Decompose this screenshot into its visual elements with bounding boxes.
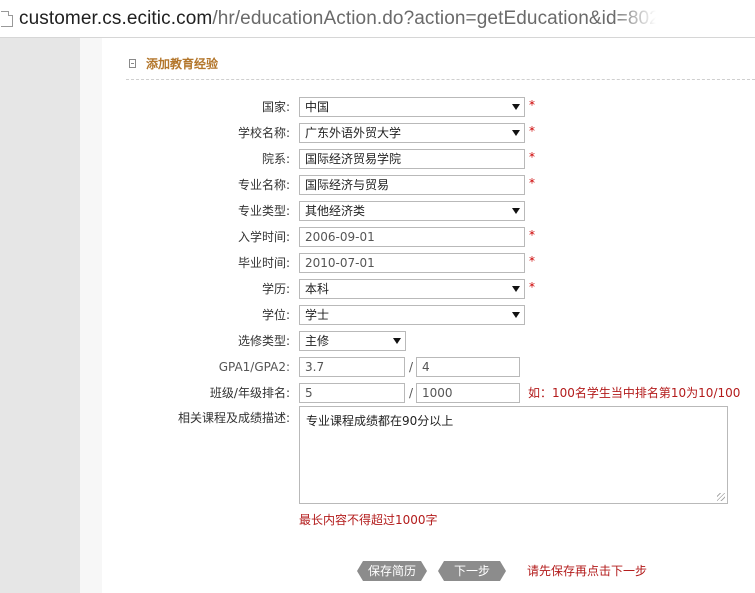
dropdown-arrow-icon <box>512 208 520 214</box>
required-mark: * <box>529 228 535 242</box>
dropdown-arrow-icon <box>512 312 520 318</box>
collapse-icon[interactable] <box>129 59 136 68</box>
courses-textarea[interactable]: 专业课程成绩都在90分以上 <box>299 406 728 504</box>
education-value: 本科 <box>305 282 330 296</box>
next-step-button[interactable]: 下一步 <box>438 561 506 581</box>
row-department: 院系: 国际经济贸易学院 * <box>0 149 755 169</box>
required-mark: * <box>529 150 535 164</box>
department-input[interactable]: 国际经济贸易学院 <box>299 149 525 169</box>
max-length-hint: 最长内容不得超过1000字 <box>299 513 438 527</box>
gpa2-input[interactable]: 4 <box>416 357 520 377</box>
graduate-date-input[interactable]: 2010-07-01 <box>299 253 525 273</box>
section-header: 添加教育经验 <box>129 55 218 72</box>
graduate-date-value: 2010-07-01 <box>305 256 375 270</box>
major-label: 专业名称: <box>237 178 290 192</box>
rank-input[interactable]: 5 <box>299 383 405 403</box>
study-type-select[interactable]: 主修 <box>299 331 406 351</box>
study-type-label: 选修类型: <box>237 334 290 348</box>
education-label: 学历: <box>261 282 290 296</box>
major-type-value: 其他经济类 <box>305 204 366 218</box>
row-rank: 班级/年级排名: 5 / 1000 如：100名学生当中排名第10为10/100 <box>0 383 755 403</box>
education-select[interactable]: 本科 <box>299 279 525 299</box>
gpa1-input[interactable]: 3.7 <box>299 357 405 377</box>
major-type-label: 专业类型: <box>237 204 290 218</box>
major-input[interactable]: 国际经济与贸易 <box>299 175 525 195</box>
row-graduate-date: 毕业时间: 2010-07-01 * <box>0 253 755 273</box>
rank-separator: / <box>409 386 414 400</box>
country-label: 国家: <box>261 100 290 114</box>
gpa-separator: / <box>409 360 414 374</box>
degree-value: 学士 <box>305 308 330 322</box>
save-resume-button[interactable]: 保存简历 <box>357 561 427 581</box>
country-select[interactable]: 中国 <box>299 97 525 117</box>
degree-select[interactable]: 学士 <box>299 305 525 325</box>
gpa2-value: 4 <box>422 360 430 374</box>
enroll-date-value: 2006-09-01 <box>305 230 375 244</box>
row-major-type: 专业类型: 其他经济类 <box>0 201 755 221</box>
page-icon <box>1 10 13 27</box>
row-degree: 学位: 学士 <box>0 305 755 325</box>
enroll-date-input[interactable]: 2006-09-01 <box>299 227 525 247</box>
required-mark: * <box>529 176 535 190</box>
gpa-label: GPA1/GPA2: <box>218 360 290 374</box>
dropdown-arrow-icon <box>512 286 520 292</box>
graduate-date-label: 毕业时间: <box>237 256 290 270</box>
section-title: 添加教育经验 <box>146 57 219 71</box>
courses-label: 相关课程及成绩描述: <box>177 411 290 425</box>
row-study-type: 选修类型: 主修 <box>0 331 755 351</box>
row-gpa: GPA1/GPA2: 3.7 / 4 <box>0 357 755 377</box>
required-mark: * <box>529 124 535 138</box>
school-select[interactable]: 广东外语外贸大学 <box>299 123 525 143</box>
resize-handle[interactable] <box>717 493 725 501</box>
url-text[interactable]: customer.cs.ecitic.com/hr/educationActio… <box>19 7 674 36</box>
dropdown-arrow-icon <box>512 104 520 110</box>
required-mark: * <box>529 280 535 294</box>
department-label: 院系: <box>261 152 290 166</box>
major-type-select[interactable]: 其他经济类 <box>299 201 525 221</box>
dropdown-arrow-icon <box>512 130 520 136</box>
url-host: customer.cs.ecitic.com <box>19 7 213 29</box>
section-divider <box>126 79 755 80</box>
study-type-value: 主修 <box>305 334 330 348</box>
url-path: /hr/educationAction.do?action=getEducati… <box>212 7 660 29</box>
row-country: 国家: 中国 * <box>0 97 755 117</box>
enroll-date-label: 入学时间: <box>237 230 290 244</box>
row-major: 专业名称: 国际经济与贸易 * <box>0 175 755 195</box>
gpa1-value: 3.7 <box>305 360 325 374</box>
degree-label: 学位: <box>261 308 290 322</box>
dropdown-arrow-icon <box>393 338 401 344</box>
next-step-hint: 请先保存再点击下一步 <box>527 564 648 578</box>
rank-label: 班级/年级排名: <box>209 386 290 400</box>
rank-total-value: 1000 <box>422 386 453 400</box>
department-value: 国际经济贸易学院 <box>305 152 402 166</box>
courses-value: 专业课程成绩都在90分以上 <box>306 414 454 428</box>
required-mark: * <box>529 98 535 112</box>
rank-value: 5 <box>305 386 313 400</box>
rank-total-input[interactable]: 1000 <box>416 383 520 403</box>
row-school: 学校名称: 广东外语外贸大学 * <box>0 123 755 143</box>
row-education: 学历: 本科 * <box>0 279 755 299</box>
url-fade <box>613 7 674 36</box>
country-value: 中国 <box>305 100 330 114</box>
row-enroll-date: 入学时间: 2006-09-01 * <box>0 227 755 247</box>
rank-hint: 如：100名学生当中排名第10为10/100 <box>528 386 741 400</box>
school-label: 学校名称: <box>237 126 290 140</box>
required-mark: * <box>529 254 535 268</box>
school-value: 广东外语外贸大学 <box>305 126 402 140</box>
address-bar[interactable]: customer.cs.ecitic.com/hr/educationActio… <box>0 0 755 38</box>
major-value: 国际经济与贸易 <box>305 178 390 192</box>
